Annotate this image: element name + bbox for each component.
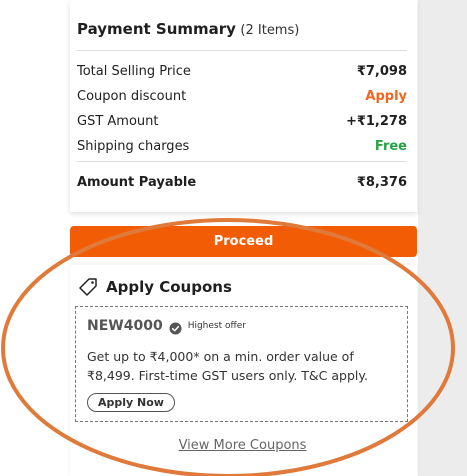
apply-now-button[interactable]: Apply Now bbox=[87, 393, 175, 412]
view-more-coupons-link[interactable]: View More Coupons bbox=[70, 438, 415, 453]
row-label: GST Amount bbox=[77, 113, 159, 129]
item-count: (2 Items) bbox=[240, 23, 300, 38]
coupon-code-row: NEW4000 Highest offer bbox=[87, 318, 246, 334]
total-selling-price-row: Total Selling Price ₹7,098 bbox=[77, 62, 407, 80]
apply-coupon-link[interactable]: Apply bbox=[365, 89, 407, 104]
payment-summary-card: Payment Summary (2 Items) Total Selling … bbox=[70, 0, 417, 212]
coupon-offer-box: NEW4000 Highest offer Get up to ₹4,000* … bbox=[75, 306, 408, 422]
apply-coupons-card: Apply Coupons NEW4000 Highest offer Get … bbox=[70, 265, 417, 476]
row-value: ₹8,376 bbox=[356, 174, 407, 190]
apply-coupons-header: Apply Coupons bbox=[78, 277, 232, 297]
row-label: Coupon discount bbox=[77, 88, 187, 104]
highest-offer-badge: Highest offer bbox=[187, 321, 246, 331]
verified-check-icon bbox=[169, 320, 182, 334]
shipping-charges-row: Shipping charges Free bbox=[77, 137, 407, 155]
divider bbox=[77, 161, 407, 162]
divider bbox=[77, 50, 407, 51]
gst-amount-row: GST Amount +₹1,278 bbox=[77, 112, 407, 130]
side-panel-background bbox=[418, 0, 467, 476]
summary-heading: Payment Summary bbox=[77, 20, 236, 38]
coupon-code: NEW4000 bbox=[87, 318, 163, 334]
row-label: Shipping charges bbox=[77, 138, 190, 154]
coupon-description: Get up to ₹4,000* on a min. order value … bbox=[87, 349, 368, 383]
page-margin bbox=[0, 0, 70, 476]
row-value: ₹7,098 bbox=[356, 63, 407, 79]
apply-coupons-title: Apply Coupons bbox=[106, 278, 232, 296]
tag-icon bbox=[78, 277, 98, 297]
payment-summary-title: Payment Summary (2 Items) bbox=[77, 20, 299, 38]
proceed-button[interactable]: Proceed bbox=[70, 226, 417, 257]
row-value: Free bbox=[374, 138, 407, 154]
row-label: Total Selling Price bbox=[77, 63, 191, 79]
row-label: Amount Payable bbox=[77, 174, 197, 190]
coupon-discount-row: Coupon discount Apply bbox=[77, 87, 407, 105]
row-value: +₹1,278 bbox=[345, 113, 407, 129]
amount-payable-row: Amount Payable ₹8,376 bbox=[77, 173, 407, 191]
